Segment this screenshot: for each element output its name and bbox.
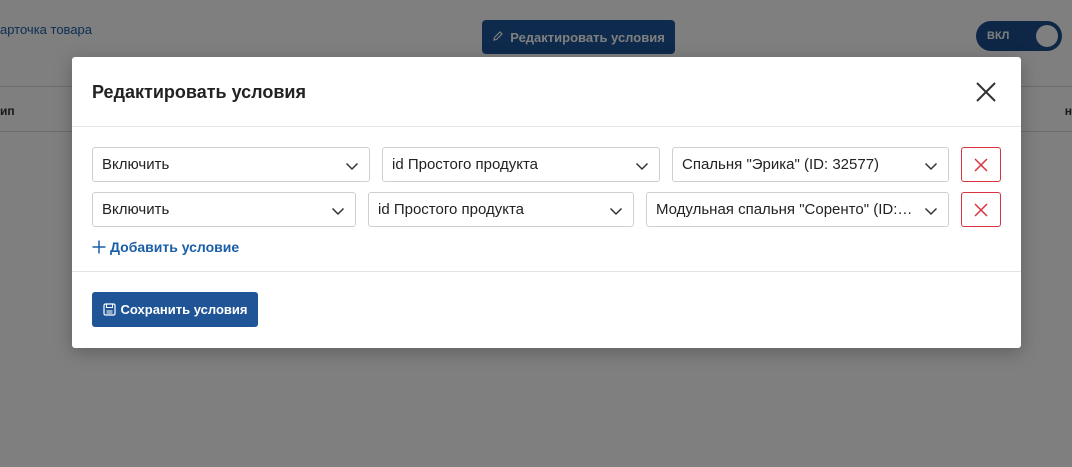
select-value: id Простого продукта xyxy=(378,201,525,218)
chevron-down-icon xyxy=(924,207,938,216)
select-value: Модульная спальня "Соренто" (ID: 3... xyxy=(656,201,923,218)
modal-title: Редактировать условия xyxy=(92,82,307,102)
save-icon xyxy=(102,303,116,316)
condition-value-select[interactable]: Модульная спальня "Соренто" (ID: 3... xyxy=(646,192,949,227)
chevron-down-icon xyxy=(345,162,359,171)
select-value: id Простого продукта xyxy=(392,156,539,173)
close-icon xyxy=(974,202,988,217)
plus-icon xyxy=(92,240,106,254)
condition-field-select[interactable]: id Простого продукта xyxy=(382,147,660,182)
conditions-list: Включить id Простого продукта Спальня "Э… xyxy=(72,127,1021,272)
chevron-down-icon xyxy=(924,162,938,171)
save-conditions-button[interactable]: Сохранить условия xyxy=(92,292,258,327)
edit-conditions-modal: Редактировать условия Включить id Просто… xyxy=(72,57,1021,348)
condition-field-select[interactable]: id Простого продукта xyxy=(368,192,634,227)
modal-footer: Сохранить условия xyxy=(72,272,1021,348)
close-icon xyxy=(974,157,988,172)
delete-condition-button[interactable] xyxy=(961,147,1001,182)
condition-row: Включить id Простого продукта Модульная … xyxy=(92,192,1002,228)
chevron-down-icon xyxy=(609,207,623,216)
condition-value-select[interactable]: Спальня "Эрика" (ID: 32577) xyxy=(672,147,949,182)
select-value: Включить xyxy=(102,201,170,218)
modal-header: Редактировать условия xyxy=(72,57,1021,127)
chevron-down-icon xyxy=(635,162,649,171)
delete-condition-button[interactable] xyxy=(961,192,1001,227)
condition-row: Включить id Простого продукта Спальня "Э… xyxy=(92,147,1002,183)
close-icon[interactable] xyxy=(973,79,999,105)
chevron-down-icon xyxy=(331,207,345,216)
condition-action-select[interactable]: Включить xyxy=(92,192,356,227)
add-condition-label: Добавить условие xyxy=(110,239,240,255)
condition-action-select[interactable]: Включить xyxy=(92,147,370,182)
add-condition-link[interactable]: Добавить условие xyxy=(92,239,239,255)
select-value: Включить xyxy=(102,156,170,173)
save-conditions-label: Сохранить условия xyxy=(120,302,248,317)
select-value: Спальня "Эрика" (ID: 32577) xyxy=(682,156,880,173)
